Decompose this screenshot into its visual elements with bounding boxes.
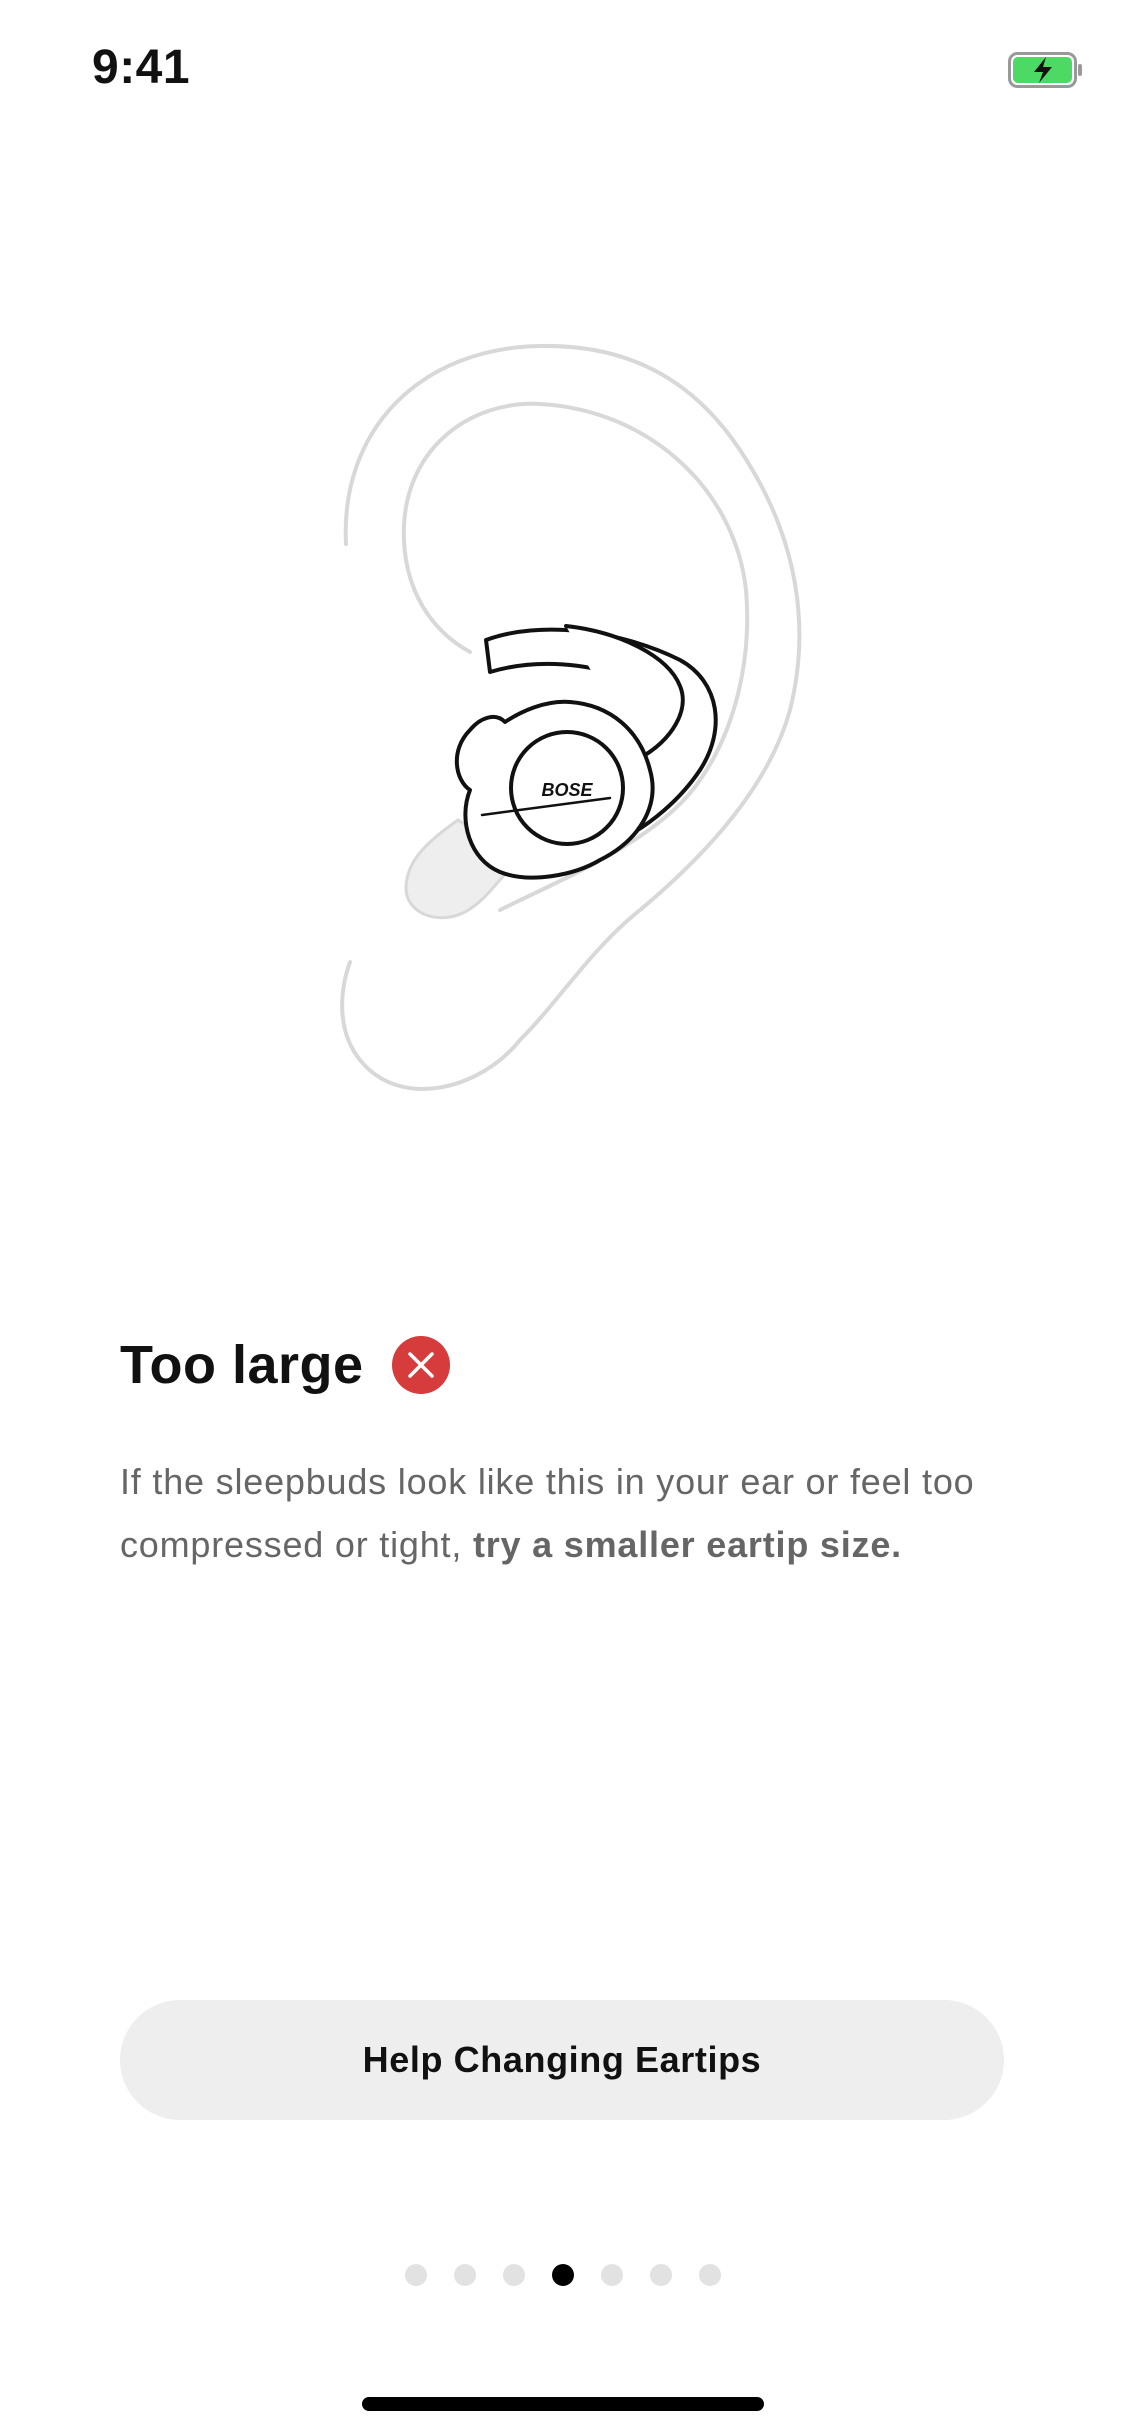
page-indicator — [0, 2264, 1125, 2286]
fit-result-description: If the sleepbuds look like this in your … — [120, 1450, 1020, 1576]
page-dot-active[interactable] — [551, 2264, 574, 2286]
page-dot[interactable] — [453, 2264, 476, 2286]
page-dot[interactable] — [600, 2264, 623, 2286]
home-indicator[interactable] — [362, 2397, 764, 2411]
ear-illustration: BOSE — [340, 343, 802, 1091]
page-dot[interactable] — [502, 2264, 525, 2286]
battery-charging-icon — [1008, 52, 1082, 88]
page-dot[interactable] — [698, 2264, 721, 2286]
fit-result: Too large If the sleepbuds look like thi… — [120, 1320, 1020, 1576]
status-time: 9:41 — [92, 41, 191, 94]
status-bar: 9:41 — [0, 0, 1125, 132]
title-row: Too large — [120, 1320, 1020, 1410]
page-dot[interactable] — [404, 2264, 427, 2286]
description-recommendation: try a smaller eartip size. — [472, 1524, 902, 1565]
bose-logo: BOSE — [541, 780, 593, 800]
page-dot[interactable] — [649, 2264, 672, 2286]
help-changing-eartips-button[interactable]: Help Changing Eartips — [120, 2000, 1004, 2120]
x-circle-icon — [391, 1336, 450, 1394]
fit-result-title: Too large — [120, 1335, 364, 1395]
